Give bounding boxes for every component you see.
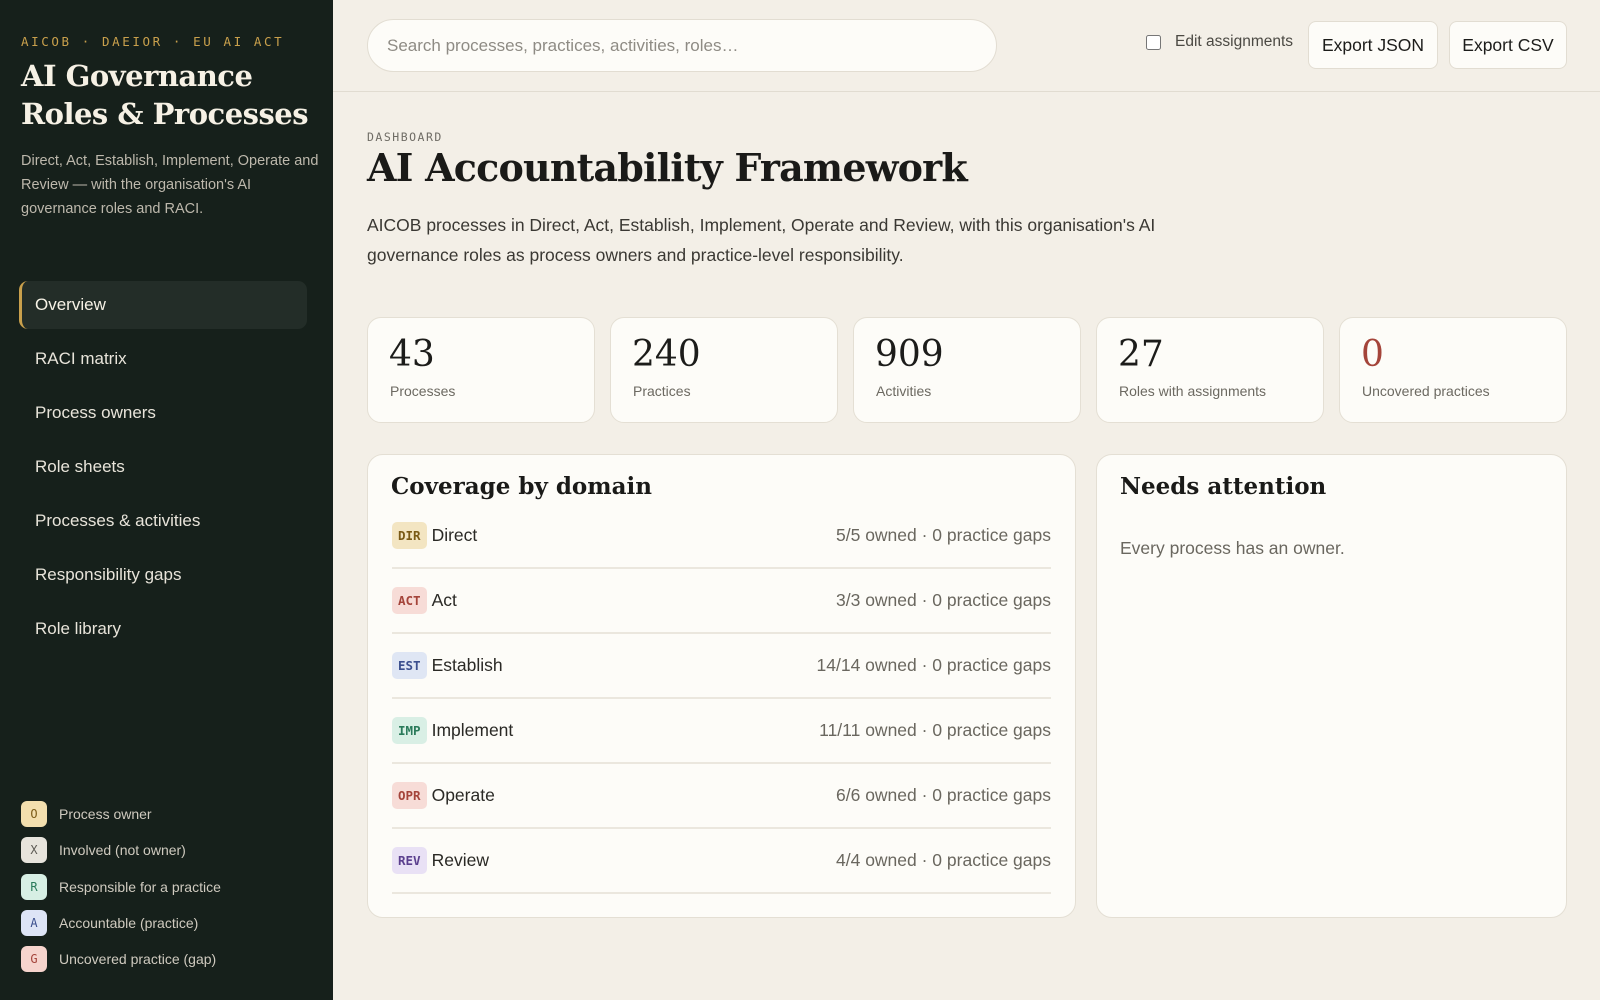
nav-item-role-sheets[interactable]: Role sheets xyxy=(19,443,307,491)
legend-badge-involved: X xyxy=(21,837,47,864)
stat-label: Processes xyxy=(390,383,456,399)
edit-assignments-toggle[interactable]: Edit assignments xyxy=(1146,33,1293,51)
legend-badge-owner: O xyxy=(21,801,47,827)
stat-value: 43 xyxy=(389,334,435,375)
export-csv-button[interactable]: Export CSV xyxy=(1449,21,1567,69)
legend-badge-responsible: R xyxy=(21,873,47,900)
nav-item-role-library[interactable]: Role library xyxy=(19,605,307,653)
domain-status: 3/3 owned · 0 practice gaps xyxy=(836,590,1051,610)
search-input[interactable] xyxy=(367,19,997,72)
nav-item-process-owners[interactable]: Process owners xyxy=(19,389,307,437)
coverage-card: Coverage by domain DIR Direct 5/5 owned … xyxy=(367,454,1076,918)
app-description: Direct, Act, Establish, Implement, Opera… xyxy=(21,153,319,217)
domain-badge: EST xyxy=(392,652,427,679)
stat-label: Practices xyxy=(633,383,691,399)
legend-item: R Responsible for a practice xyxy=(21,873,221,900)
edit-assignments-checkbox[interactable] xyxy=(1146,34,1161,50)
page-eyebrow: DASHBOARD xyxy=(367,130,443,144)
coverage-title: Coverage by domain xyxy=(391,473,652,500)
needs-attention-title: Needs attention xyxy=(1120,473,1327,500)
nav-item-raci-matrix[interactable]: RACI matrix xyxy=(19,335,307,383)
edit-assignments-label: Edit assignments xyxy=(1175,33,1294,50)
legend-item: A Accountable (practice) xyxy=(21,909,221,936)
domain-row-act[interactable]: ACT Act 3/3 owned · 0 practice gaps xyxy=(392,569,1051,634)
stat-value: 27 xyxy=(1118,334,1164,375)
legend-item: X Involved (not owner) xyxy=(21,837,221,864)
nav-item-overview[interactable]: Overview xyxy=(19,281,307,329)
legend: O Process owner X Involved (not owner) R… xyxy=(21,801,221,982)
stat-value: 240 xyxy=(632,334,701,375)
legend-badge-gap: G xyxy=(21,946,47,973)
domain-status: 11/11 owned · 0 practice gaps xyxy=(819,720,1051,740)
legend-label: Involved (not owner) xyxy=(59,842,186,859)
topbar: Edit assignments Export JSON Export CSV xyxy=(333,0,1600,92)
stat-card-practices: 240 Practices xyxy=(610,317,838,423)
stat-value: 0 xyxy=(1361,334,1384,375)
domain-name: Act xyxy=(431,590,457,610)
stat-card-activities: 909 Activities xyxy=(853,317,1081,423)
domain-badge: OPR xyxy=(392,782,427,809)
stat-card-processes: 43 Processes xyxy=(367,317,595,423)
nav-item-processes-activities[interactable]: Processes & activities xyxy=(19,497,307,545)
domain-badge: ACT xyxy=(392,587,427,614)
sidebar: AICOB · DAEIOR · EU AI ACT AI Governance… xyxy=(0,0,333,1000)
stat-label: Activities xyxy=(876,383,932,399)
domain-row-operate[interactable]: OPR Operate 6/6 owned · 0 practice gaps xyxy=(392,764,1051,829)
sidebar-nav: Overview RACI matrix Process owners Role… xyxy=(19,281,307,659)
stat-label: Uncovered practices xyxy=(1362,383,1490,399)
app-title: AI Governance Roles & Processes xyxy=(21,59,309,131)
page-description: AICOB processes in Direct, Act, Establis… xyxy=(367,215,1156,265)
domain-badge: REV xyxy=(392,847,427,874)
domain-row-review[interactable]: REV Review 4/4 owned · 0 practice gaps xyxy=(392,829,1051,894)
domain-status: 14/14 owned · 0 practice gaps xyxy=(816,655,1051,675)
legend-label: Responsible for a practice xyxy=(59,878,221,895)
domain-name: Establish xyxy=(431,655,503,675)
domain-name: Operate xyxy=(431,785,495,805)
legend-badge-accountable: A xyxy=(21,909,47,936)
page-title: AI Accountability Framework xyxy=(367,145,968,190)
domain-status: 6/6 owned · 0 practice gaps xyxy=(836,785,1051,805)
legend-item: G Uncovered practice (gap) xyxy=(21,946,221,973)
domain-row-direct[interactable]: DIR Direct 5/5 owned · 0 practice gaps xyxy=(392,504,1051,569)
legend-label: Process owner xyxy=(59,806,152,822)
nav-item-responsibility-gaps[interactable]: Responsibility gaps xyxy=(19,551,307,599)
domain-status: 5/5 owned · 0 practice gaps xyxy=(836,525,1051,545)
legend-item: O Process owner xyxy=(21,801,221,827)
stat-card-roles: 27 Roles with assignments xyxy=(1096,317,1324,423)
domain-name: Review xyxy=(431,850,489,870)
needs-attention-card: Needs attention Every process has an own… xyxy=(1096,454,1567,918)
export-json-button[interactable]: Export JSON xyxy=(1308,21,1438,69)
stats-row: 43 Processes 240 Practices 909 Activitie… xyxy=(367,317,1567,423)
stat-label: Roles with assignments xyxy=(1119,383,1267,399)
brand-kicker: AICOB · DAEIOR · EU AI ACT xyxy=(21,34,285,49)
stat-card-uncovered: 0 Uncovered practices xyxy=(1339,317,1567,423)
domain-status: 4/4 owned · 0 practice gaps xyxy=(836,850,1051,870)
needs-attention-message: Every process has an owner. xyxy=(1120,538,1345,558)
legend-label: Accountable (practice) xyxy=(59,914,199,931)
coverage-list: DIR Direct 5/5 owned · 0 practice gaps A… xyxy=(392,504,1051,894)
domain-row-establish[interactable]: EST Establish 14/14 owned · 0 practice g… xyxy=(392,634,1051,699)
domain-row-implement[interactable]: IMP Implement 11/11 owned · 0 practice g… xyxy=(392,699,1051,764)
stat-value: 909 xyxy=(875,334,944,375)
domain-name: Implement xyxy=(431,720,514,740)
domain-badge: DIR xyxy=(392,522,427,549)
domain-badge: IMP xyxy=(392,717,427,744)
domain-name: Direct xyxy=(431,525,478,545)
legend-label: Uncovered practice (gap) xyxy=(59,951,217,968)
